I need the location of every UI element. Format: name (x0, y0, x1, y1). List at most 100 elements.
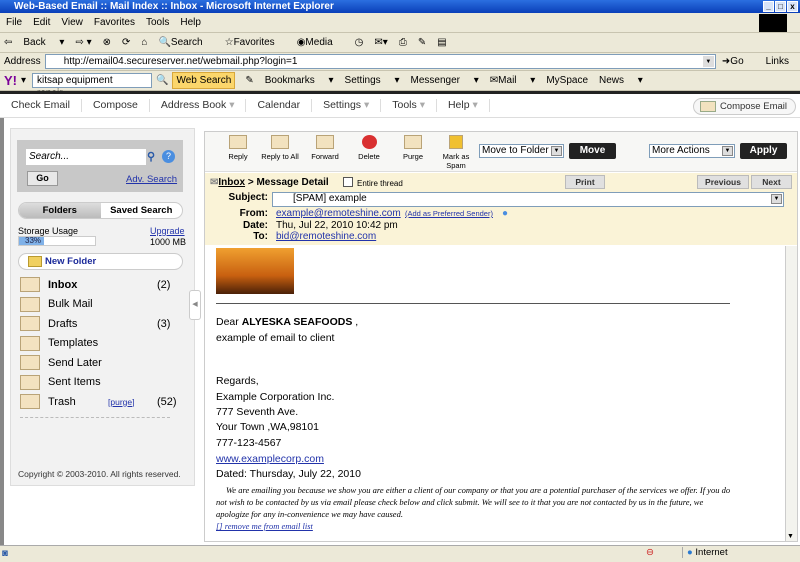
nav-tools[interactable]: Tools ▾ (381, 99, 437, 112)
forward-button[interactable]: Forward (303, 135, 347, 161)
collapse-sidebar-button[interactable]: ◀ (189, 290, 201, 320)
messenger-button[interactable]: Messenger ▾ (411, 75, 479, 86)
reply-all-button[interactable]: Reply to All (258, 135, 302, 161)
move-button[interactable]: Move (569, 143, 616, 159)
forward-button[interactable]: ⇨ ▾ (75, 37, 91, 48)
sidebar-item-bulk-mail[interactable]: Bulk Mail (20, 295, 180, 314)
sidebar-item-inbox[interactable]: Inbox (2) (20, 275, 180, 294)
refresh-icon[interactable]: ⟳ (122, 37, 130, 48)
close-button[interactable]: x (787, 1, 798, 12)
purge-button[interactable]: Purge (391, 135, 435, 161)
yahoo-search-input[interactable]: kitsap equipment repair (32, 73, 153, 99)
help-icon[interactable]: ● (502, 208, 508, 219)
sidebar-item-drafts[interactable]: Drafts (3) (20, 314, 180, 333)
new-folder-button[interactable]: New Folder (18, 253, 183, 270)
upgrade-link[interactable]: Upgrade (150, 226, 185, 236)
menu-help[interactable]: Help (180, 17, 201, 28)
subject-select[interactable]: [SPAM] example ▼ (272, 192, 784, 207)
settings-button[interactable]: Settings ▾ (345, 75, 400, 86)
home-icon[interactable]: ⌂ (141, 37, 147, 48)
web-search-button[interactable]: Web Search (172, 72, 236, 89)
folder-name: Trash (48, 395, 76, 408)
back-button[interactable]: ⇦ Back ▾ (4, 37, 64, 48)
move-to-folder-select[interactable]: Move to Folder ▼ (479, 144, 564, 158)
to-link[interactable]: bid@remoteshine.com (276, 231, 376, 242)
go-button[interactable]: ➜Go (722, 56, 755, 67)
mail-icon[interactable]: ✉▾ (374, 37, 387, 48)
previous-button[interactable]: Previous (697, 175, 749, 189)
sidebar-item-templates[interactable]: Templates (20, 334, 180, 353)
apply-button[interactable]: Apply (740, 143, 787, 159)
compose-email-button[interactable]: Compose Email (692, 98, 796, 115)
menu-tools[interactable]: Tools (146, 17, 169, 28)
remove-from-list-link[interactable]: [] remove me from email list (216, 520, 313, 532)
maximize-button[interactable]: □ (775, 1, 786, 12)
bookmarks-button[interactable]: Bookmarks ▾ (265, 75, 334, 86)
nav-calendar[interactable]: Calendar (246, 99, 313, 112)
history-icon[interactable]: ◷ (355, 37, 364, 48)
next-button[interactable]: Next (751, 175, 792, 189)
print-icon[interactable]: ⎙ (399, 37, 407, 48)
edit-icon[interactable]: ✎ (418, 37, 426, 48)
nav-help[interactable]: Help ▾ (437, 99, 490, 112)
reply-icon (229, 135, 247, 149)
print-button[interactable]: Print (565, 175, 605, 189)
discuss-icon[interactable]: ▤ (437, 37, 446, 48)
mark-spam-button[interactable]: Mark as Spam (435, 135, 477, 170)
stop-icon[interactable]: ⊗ (103, 37, 111, 48)
media-button[interactable]: ◉Media (297, 37, 344, 48)
nav-compose[interactable]: Compose (82, 99, 150, 112)
news-button[interactable]: News ▾ (599, 75, 643, 86)
breadcrumb-inbox-link[interactable]: Inbox (218, 177, 245, 188)
search-icon[interactable]: ⚲ (147, 150, 155, 163)
purge-icon (404, 135, 422, 149)
sidebar-item-send-later[interactable]: Send Later (20, 353, 180, 372)
reply-button[interactable]: Reply (216, 135, 260, 161)
from-link[interactable]: example@remoteshine.com (276, 208, 401, 219)
nav-address-book[interactable]: Address Book ▾ (150, 99, 247, 112)
search-button[interactable]: 🔍Search (158, 37, 213, 48)
sidebar-item-sent-items[interactable]: Sent Items (20, 373, 180, 392)
menu-edit[interactable]: Edit (33, 17, 50, 28)
folder-name: Sent Items (48, 376, 101, 388)
scrollbar[interactable]: ▼ (785, 246, 797, 541)
ie-menu-bar: File Edit View Favorites Tools Help (0, 13, 800, 33)
help-icon[interactable]: ? (162, 150, 175, 163)
delete-button[interactable]: Delete (347, 135, 391, 161)
chevron-down-icon[interactable]: ▼ (702, 56, 714, 67)
search-icon[interactable]: 🔍 (156, 75, 168, 86)
menu-favorites[interactable]: Favorites (94, 17, 135, 28)
minimize-button[interactable]: _ (763, 1, 774, 12)
menu-file[interactable]: File (6, 17, 22, 28)
website-link[interactable]: www.examplecorp.com (216, 453, 324, 465)
greeting: Dear ALYESKA SEAFOODS , (216, 316, 359, 328)
highlighter-icon[interactable]: ✎ (245, 75, 253, 86)
purge-trash-link[interactable]: [purge] (108, 397, 134, 407)
search-go-button[interactable]: Go (27, 171, 58, 186)
nav-check-email[interactable]: Check Email (0, 99, 82, 112)
privacy-icon: ⊖ (646, 547, 654, 558)
tab-folders[interactable]: Folders (19, 203, 101, 218)
adv-search-link[interactable]: Adv. Search (126, 174, 177, 185)
nav-settings[interactable]: Settings ▾ (312, 99, 382, 112)
links-button[interactable]: Links (766, 56, 789, 67)
scroll-down-icon[interactable]: ▼ (787, 533, 794, 540)
favorites-button[interactable]: ☆Favorites (225, 37, 286, 48)
mail-button[interactable]: ✉Mail ▾ (490, 75, 536, 86)
status-bar: ◙ ⊖ ● Internet (0, 545, 800, 562)
address-label: Address (4, 56, 41, 67)
chevron-down-icon[interactable]: ▾ (21, 75, 26, 86)
more-actions-select[interactable]: More Actions ▼ (649, 144, 735, 158)
yahoo-logo-icon[interactable]: Y! (4, 73, 17, 88)
add-preferred-sender-link[interactable]: (Add as Preferred Sender) (405, 209, 493, 218)
menu-view[interactable]: View (61, 17, 83, 28)
url-input[interactable]: http://email04.secureserver.net/webmail.… (44, 54, 716, 69)
myspace-button[interactable]: MySpace (546, 75, 588, 86)
yahoo-toolbar: Y! ▾ kitsap equipment repair 🔍 Web Searc… (0, 71, 800, 99)
sidebar-item-trash[interactable]: Trash [purge] (52) (20, 392, 180, 411)
entire-thread-checkbox[interactable] (343, 177, 353, 187)
storage-total: 1000 MB (150, 237, 187, 247)
tab-saved-search[interactable]: Saved Search (101, 203, 183, 218)
entire-thread-label: Entire thread (357, 179, 403, 188)
mail-search-input[interactable]: Search... (26, 149, 146, 165)
